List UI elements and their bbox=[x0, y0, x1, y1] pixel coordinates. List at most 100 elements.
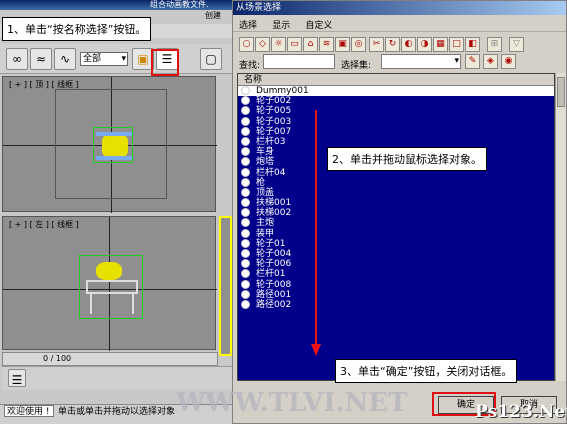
edit-selection-set-icon[interactable]: ✎ bbox=[465, 54, 480, 69]
list-item[interactable]: 轮子005 bbox=[238, 106, 554, 116]
display-all-icon[interactable]: ▦ bbox=[433, 37, 448, 52]
unlink-icon[interactable]: ≈ bbox=[30, 48, 52, 70]
display-xrefs-icon[interactable]: ◎ bbox=[351, 37, 366, 52]
max-title: 组合动画教文件. bbox=[150, 0, 209, 9]
list-item-label: 枪 bbox=[256, 177, 266, 188]
display-groups-icon[interactable]: ▣ bbox=[335, 37, 350, 52]
list-item-label: 扶梯002 bbox=[256, 208, 292, 219]
list-header-label: 名称 bbox=[244, 75, 263, 85]
list-item[interactable]: 轮子003 bbox=[238, 116, 554, 127]
list-item[interactable]: 扶梯002 bbox=[238, 208, 554, 218]
object-icon bbox=[241, 299, 250, 309]
object-icon bbox=[241, 279, 250, 289]
display-containers-icon[interactable]: ↻ bbox=[385, 37, 400, 52]
display-spacewarps-icon[interactable]: ≋ bbox=[319, 37, 334, 52]
list-item-label: 轮子003 bbox=[256, 116, 292, 127]
menu-create[interactable]: 创建 bbox=[205, 10, 221, 21]
list-item[interactable]: 枪 bbox=[238, 177, 554, 188]
viewport-top[interactable]: [ + ] [ 顶 ] [ 线框 ] bbox=[2, 76, 217, 213]
list-item-label: 轮子004 bbox=[256, 249, 292, 259]
tank-body bbox=[102, 134, 128, 158]
sync-selection-icon[interactable]: ⊞ bbox=[487, 37, 502, 52]
object-list[interactable]: 名称 Dummy001 轮子002 轮子005 轮子003 轮子007 栏杆03 车身 炮塔栏… bbox=[237, 73, 555, 381]
step3-text: 3、单击“确定”按钮，关闭对话框。 bbox=[340, 365, 513, 378]
list-item[interactable]: 轮子004 bbox=[238, 249, 554, 259]
display-invert-icon[interactable]: ◧ bbox=[465, 37, 480, 52]
list-item[interactable]: 轮子007 bbox=[238, 126, 554, 137]
display-helpers-icon[interactable]: ⌂ bbox=[303, 37, 318, 52]
selection-set-dropdown[interactable]: ▾ bbox=[381, 54, 461, 69]
tank-model-left bbox=[79, 255, 143, 319]
list-item[interactable]: 路径002 bbox=[238, 299, 554, 310]
display-hidden-icon[interactable]: ◑ bbox=[417, 37, 432, 52]
list-item-label: 轮子008 bbox=[256, 279, 292, 290]
list-item[interactable]: 栏杆03 bbox=[238, 136, 554, 147]
tank-wheels bbox=[96, 156, 132, 160]
scroll-thumb[interactable] bbox=[557, 77, 565, 107]
selection-filter-value: 全部 bbox=[83, 54, 102, 64]
filter-icon[interactable]: ▽ bbox=[509, 37, 524, 52]
tank-legs bbox=[90, 294, 134, 314]
bind-spacewarp-icon[interactable]: ∿ bbox=[54, 48, 76, 70]
main-toolbar: ∞ ≈ ∿ 全部 ▾ ▣ ☰ ▢ bbox=[0, 44, 232, 74]
display-none-icon[interactable]: □ bbox=[449, 37, 464, 52]
object-icon bbox=[241, 126, 250, 136]
list-item[interactable]: 轮子002 bbox=[238, 96, 554, 106]
track-bar[interactable]: ☰ bbox=[2, 366, 232, 390]
menu-customize[interactable]: 自定义 bbox=[299, 16, 338, 33]
list-item[interactable]: 顶盖 bbox=[238, 187, 554, 198]
list-item[interactable]: 扶梯001 bbox=[238, 198, 554, 208]
find-input[interactable] bbox=[263, 54, 335, 69]
step2-text: 2、单击并拖动鼠标选择对象。 bbox=[332, 153, 482, 166]
selection-set-label: 选择集: bbox=[341, 61, 372, 71]
step1-callout: 1、单击“按名称选择”按钮。 bbox=[2, 17, 152, 41]
selection-set-icon[interactable]: ◈ bbox=[483, 54, 498, 69]
object-icon bbox=[241, 198, 250, 208]
display-geometry-icon[interactable]: ○ bbox=[239, 37, 254, 52]
chevron-down-icon: ▾ bbox=[454, 56, 459, 66]
list-item[interactable]: 栏杆01 bbox=[238, 269, 554, 279]
step3-callout: 3、单击“确定”按钮，关闭对话框。 bbox=[335, 359, 518, 383]
object-icon bbox=[241, 249, 250, 258]
selection-filter-dropdown[interactable]: 全部 ▾ bbox=[80, 52, 128, 66]
list-item[interactable]: 轮子01 bbox=[238, 238, 554, 249]
object-icon bbox=[241, 238, 250, 248]
list-item-label: 栏杆01 bbox=[256, 269, 286, 280]
display-lights-icon[interactable]: ☼ bbox=[271, 37, 286, 52]
menu-display[interactable]: 显示 bbox=[266, 16, 296, 33]
list-scrollbar[interactable] bbox=[555, 73, 566, 381]
dialog-title: 从场景选择 bbox=[236, 3, 282, 13]
display-frozen-icon[interactable]: ◐ bbox=[401, 37, 416, 52]
list-item-label: 顶盖 bbox=[256, 187, 275, 198]
list-item[interactable]: 轮子008 bbox=[238, 279, 554, 290]
display-bones-icon[interactable]: ✂ bbox=[369, 37, 384, 52]
list-item-label: 炮塔 bbox=[256, 157, 275, 168]
dialog-title-bar: 从场景选择 bbox=[233, 1, 566, 15]
viewport-left-label: [ + ] [ 左 ] [ 线框 ] bbox=[9, 220, 79, 229]
link-icon[interactable]: ∞ bbox=[6, 48, 28, 70]
list-item[interactable]: 路径001 bbox=[238, 289, 554, 300]
object-icon bbox=[241, 86, 250, 95]
list-item-label: 栏杆04 bbox=[256, 167, 286, 178]
object-icon bbox=[241, 136, 250, 146]
list-item[interactable]: 轮子006 bbox=[238, 259, 554, 269]
drag-arrow-head bbox=[311, 344, 321, 356]
watermark-ps-text: Ps123.Net bbox=[475, 402, 567, 422]
object-icon bbox=[241, 147, 250, 157]
list-item[interactable]: Dummy001 bbox=[238, 86, 554, 97]
display-cameras-icon[interactable]: ▭ bbox=[287, 37, 302, 52]
time-slider[interactable]: 0 / 100 bbox=[2, 352, 218, 366]
display-shapes-icon[interactable]: ◇ bbox=[255, 37, 270, 52]
viewport-border-active bbox=[219, 216, 232, 356]
list-item-label: 轮子006 bbox=[256, 259, 292, 270]
add-selection-set-icon[interactable]: ◉ bbox=[501, 54, 516, 69]
list-item[interactable]: 装甲 bbox=[238, 228, 554, 239]
list-header-name[interactable]: 名称 bbox=[238, 74, 554, 86]
list-item-label: 车身 bbox=[256, 147, 275, 158]
list-item[interactable]: 主炮 bbox=[238, 218, 554, 228]
viewport-left[interactable]: [ + ] [ 左 ] [ 线框 ] bbox=[2, 216, 217, 351]
track-icon[interactable]: ☰ bbox=[8, 369, 26, 387]
select-region-icon[interactable]: ▢ bbox=[200, 48, 222, 70]
object-icon bbox=[241, 177, 250, 187]
menu-select[interactable]: 选择 bbox=[233, 16, 263, 33]
